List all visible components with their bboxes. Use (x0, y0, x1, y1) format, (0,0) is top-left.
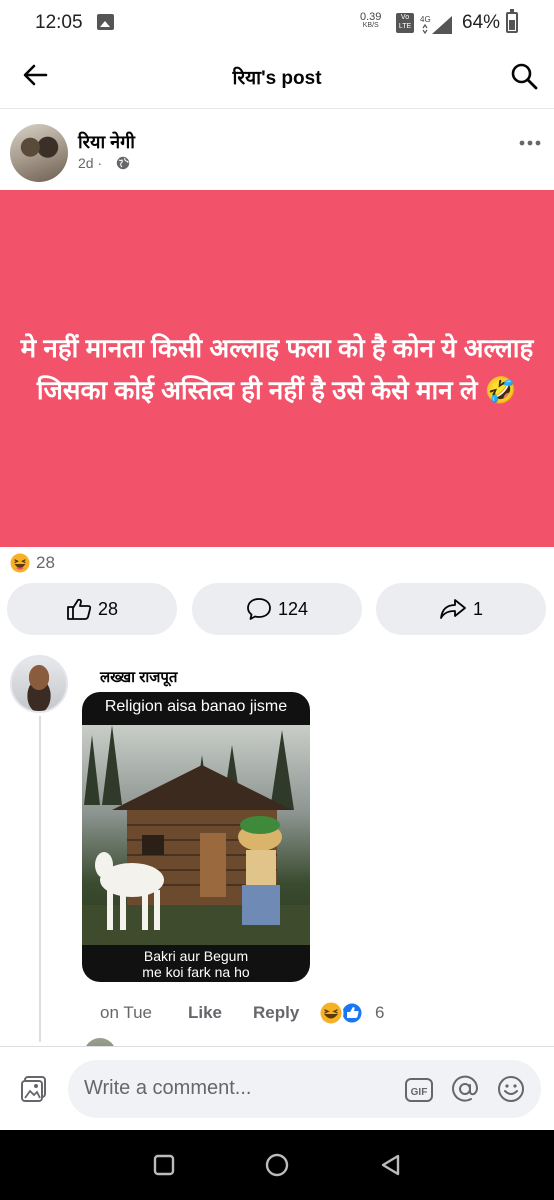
gif-label: GIF (411, 1087, 428, 1098)
post-text: मे नहीं मानता किसी अल्लाह फला को है कोन … (20, 332, 534, 405)
thread-line (39, 716, 41, 1042)
share-arrow-icon (440, 599, 466, 619)
network-speed-value: 0.39 (360, 11, 382, 23)
gif-icon[interactable]: GIF (404, 1076, 434, 1104)
more-options-icon[interactable] (518, 138, 542, 148)
meme-bottom-line-2: me koi fark na ho (142, 964, 250, 980)
like-count: 28 (97, 598, 119, 619)
mention-icon[interactable] (450, 1074, 480, 1104)
haha-reaction-icon[interactable] (10, 553, 30, 573)
home-icon[interactable] (264, 1152, 290, 1178)
comment-reaction-count[interactable]: 6 (375, 1003, 384, 1023)
comment-meme-image[interactable]: Religion aisa banao jisme Bakri aur Begu… (82, 692, 310, 982)
commenter-name[interactable]: लख्खा राजपूत (100, 667, 177, 687)
meme-bottom-line-1: Bakri aur Begum (143, 948, 249, 964)
page-title: रिया's post (232, 68, 322, 89)
comment-count: 124 (277, 598, 309, 619)
comment-button[interactable]: 124 (192, 583, 362, 635)
network-speed-unit: KB/S (362, 22, 379, 29)
photo-icon[interactable] (20, 1075, 48, 1103)
network-speed: 0.39 KB/S (360, 12, 381, 30)
volte-icon: Vo LTE (396, 13, 414, 33)
comment-bubble-icon (247, 598, 271, 620)
like-button[interactable]: 28 (7, 583, 177, 635)
author-name[interactable]: रिया नेगी (78, 130, 135, 154)
network-type: 4G (420, 15, 431, 24)
cabin-goat-illustration (82, 725, 310, 945)
signal-icon: 4G (420, 15, 452, 34)
meme-scene-image (82, 725, 310, 945)
comment-like-link[interactable]: Like (188, 1003, 222, 1023)
author-avatar[interactable] (10, 124, 68, 182)
comment-reply-link[interactable]: Reply (253, 1003, 299, 1023)
back-triangle-icon[interactable] (378, 1152, 404, 1178)
emoji-icon[interactable] (496, 1074, 526, 1104)
share-count: 1 (472, 598, 483, 619)
meme-bottom-caption: Bakri aur Begum me koi fark na ho (82, 945, 310, 982)
post-time[interactable]: 2d · (78, 155, 102, 171)
comment-input-placeholder[interactable]: Write a comment... (84, 1077, 251, 1100)
share-button[interactable]: 1 (376, 583, 546, 635)
thumbs-up-icon (67, 598, 92, 620)
comment-time[interactable]: on Tue (100, 1003, 152, 1023)
post-content: मे नहीं मानता किसी अल्लाह फला को है कोन … (0, 190, 554, 547)
search-icon[interactable] (510, 62, 538, 90)
reaction-count[interactable]: 28 (36, 553, 55, 573)
battery-icon (506, 9, 518, 33)
globe-icon (116, 156, 130, 170)
status-time: 12:05 (35, 12, 83, 33)
recents-icon[interactable] (152, 1153, 176, 1177)
comment-reactions-icon[interactable] (318, 1000, 366, 1026)
gallery-notification-icon (97, 14, 114, 30)
battery-level-fill (509, 20, 515, 30)
battery-percent: 64% (462, 12, 501, 33)
commenter-avatar[interactable] (10, 655, 68, 713)
meme-top-caption: Religion aisa banao jisme (104, 698, 288, 715)
